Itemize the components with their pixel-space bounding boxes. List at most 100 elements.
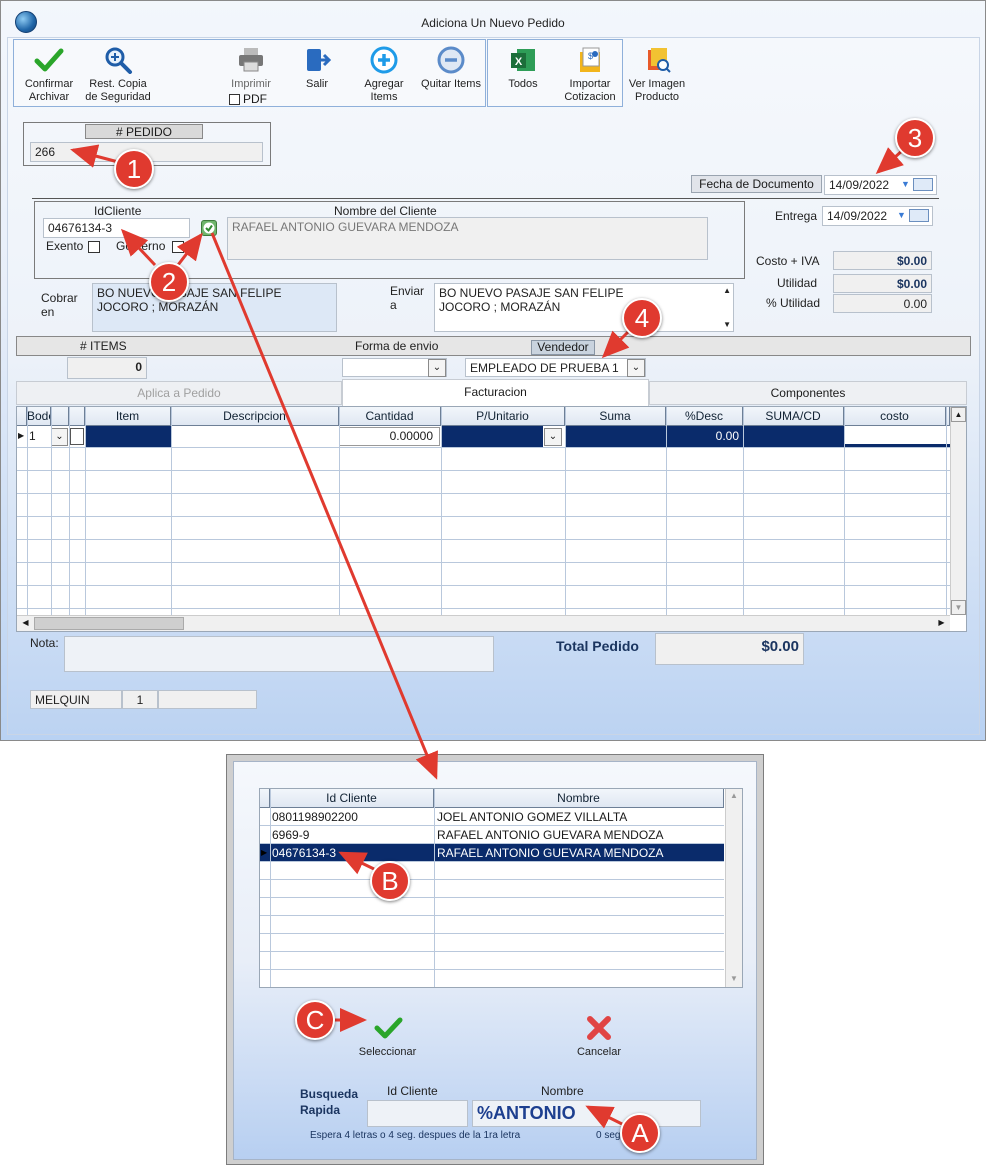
nota-field[interactable] bbox=[64, 636, 494, 672]
cell-pct-desc[interactable]: 0.00 bbox=[666, 426, 743, 447]
cell-costo[interactable] bbox=[844, 426, 950, 447]
table-row[interactable] bbox=[17, 494, 950, 517]
scroll-right-icon[interactable]: ▶ bbox=[934, 616, 949, 631]
table-row[interactable]: 6969-9 RAFAEL ANTONIO GUEVARA MENDOZA bbox=[260, 826, 724, 844]
calendar-icon[interactable] bbox=[909, 209, 929, 222]
table-row[interactable] bbox=[17, 540, 950, 563]
table-row[interactable] bbox=[17, 517, 950, 540]
scroll-up-icon[interactable]: ▲ bbox=[951, 407, 966, 422]
chevron-down-icon[interactable]: ⌄ bbox=[627, 359, 645, 377]
cell-id[interactable]: 6969-9 bbox=[272, 828, 309, 842]
chevron-down-icon[interactable]: ⌄ bbox=[544, 428, 562, 446]
col-item[interactable]: Item bbox=[85, 407, 171, 426]
confirm-button[interactable]: Confirmar Archivar bbox=[16, 46, 82, 104]
col-id-cliente[interactable]: Id Cliente bbox=[270, 789, 434, 808]
cell-name[interactable]: RAFAEL ANTONIO GUEVARA MENDOZA bbox=[437, 846, 664, 860]
remove-items-button[interactable]: Quitar Items bbox=[420, 46, 482, 91]
vertical-scrollbar[interactable]: ▲ ▼ bbox=[950, 407, 966, 615]
table-row[interactable] bbox=[17, 471, 950, 494]
scroll-up-icon[interactable]: ▲ bbox=[726, 789, 742, 804]
exit-button[interactable]: Salir bbox=[286, 46, 348, 91]
cobrar-line2: JOCORO ; MORAZÁN bbox=[97, 300, 219, 314]
scroll-left-icon[interactable]: ◀ bbox=[18, 616, 33, 631]
tab-aplica-pedido[interactable]: Aplica a Pedido bbox=[16, 381, 342, 405]
col-costo[interactable]: costo bbox=[844, 407, 946, 426]
restore-backup-button[interactable]: Rest. Copia de Seguridad bbox=[82, 46, 154, 104]
chevron-down-icon[interactable]: ⌄ bbox=[51, 428, 68, 446]
gobierno-checkbox[interactable] bbox=[172, 241, 184, 253]
tab-componentes[interactable]: Componentes bbox=[649, 381, 967, 405]
pdf-option[interactable]: PDF bbox=[229, 93, 289, 107]
calendar-icon[interactable] bbox=[913, 178, 933, 191]
all-excel-button[interactable]: X Todos bbox=[492, 46, 554, 91]
scroll-down-icon[interactable]: ▼ bbox=[723, 320, 731, 329]
table-row[interactable] bbox=[260, 916, 724, 934]
table-row[interactable] bbox=[260, 862, 724, 880]
table-row[interactable] bbox=[260, 880, 724, 898]
search-id-input[interactable] bbox=[367, 1100, 468, 1127]
col-bodega[interactable]: Bodega bbox=[27, 407, 51, 426]
entrega-field[interactable]: 14/09/2022 ▼ bbox=[822, 206, 933, 226]
table-row[interactable]: ▶ 1 ⌄ 0.00000 ⌄ 0.00 bbox=[17, 426, 950, 448]
table-row[interactable] bbox=[260, 898, 724, 916]
search-name-input[interactable]: %ANTONIO bbox=[472, 1100, 701, 1127]
col-nombre[interactable]: Nombre bbox=[434, 789, 724, 808]
add-items-button[interactable]: Agregar Items bbox=[353, 46, 415, 104]
table-row[interactable]: 0801198902200 JOEL ANTONIO GOMEZ VILLALT… bbox=[260, 808, 724, 826]
exento-checkbox[interactable] bbox=[88, 241, 100, 253]
col-cantidad[interactable]: Cantidad bbox=[339, 407, 441, 426]
cell-punitario[interactable] bbox=[441, 426, 543, 447]
total-pedido-label: Total Pedido bbox=[556, 638, 639, 654]
view-image-button[interactable]: Ver Imagen Producto bbox=[624, 46, 690, 104]
vendedor-select[interactable]: EMPLEADO DE PRUEBA 1 ⌄ bbox=[465, 358, 646, 377]
cell-name[interactable]: RAFAEL ANTONIO GUEVARA MENDOZA bbox=[437, 828, 664, 842]
scroll-thumb[interactable] bbox=[34, 617, 184, 630]
check-icon bbox=[34, 48, 64, 72]
print-button[interactable]: Imprimir bbox=[218, 46, 284, 91]
table-row[interactable] bbox=[17, 448, 950, 471]
exit-door-icon bbox=[307, 49, 332, 71]
status-number: 1 bbox=[122, 690, 158, 709]
validate-client-button[interactable] bbox=[201, 220, 217, 236]
cell-cantidad[interactable]: 0.00000 bbox=[339, 427, 440, 446]
cell-name[interactable]: JOEL ANTONIO GOMEZ VILLALTA bbox=[437, 810, 627, 824]
cell-bodega[interactable]: 1 bbox=[29, 429, 36, 443]
cell-id[interactable]: 0801198902200 bbox=[272, 810, 358, 824]
table-row[interactable] bbox=[260, 952, 724, 970]
scroll-up-icon[interactable]: ▲ bbox=[723, 286, 731, 295]
dropdown-arrow-icon[interactable]: ▼ bbox=[901, 179, 910, 189]
cobrar-address-field[interactable]: BO NUEVO PASAJE SAN FELIPE JOCORO ; MORA… bbox=[92, 283, 337, 332]
vertical-scrollbar[interactable]: ▲ ▼ bbox=[725, 789, 742, 987]
col-suma-cd[interactable]: SUMA/CD bbox=[743, 407, 844, 426]
scroll-down-icon[interactable]: ▼ bbox=[726, 972, 742, 987]
forma-envio-select[interactable]: ⌄ bbox=[342, 358, 447, 377]
cell-suma-cd[interactable] bbox=[743, 426, 844, 447]
scroll-down-icon[interactable]: ▼ bbox=[951, 600, 966, 615]
col-suma[interactable]: Suma bbox=[565, 407, 666, 426]
select-button[interactable]: Seleccionar bbox=[350, 1014, 425, 1059]
cancel-button[interactable]: Cancelar bbox=[568, 1014, 630, 1059]
table-row[interactable] bbox=[17, 563, 950, 586]
dropdown-arrow-icon[interactable]: ▼ bbox=[897, 210, 906, 220]
col-punitario[interactable]: P/Unitario bbox=[441, 407, 565, 426]
col-pct-desc[interactable]: %Desc bbox=[666, 407, 743, 426]
col-descripcion[interactable]: Descripcion bbox=[171, 407, 339, 426]
id-cliente-field[interactable]: 04676134-3 bbox=[43, 218, 190, 238]
chevron-down-icon[interactable]: ⌄ bbox=[428, 359, 446, 377]
table-row[interactable] bbox=[17, 586, 950, 609]
horizontal-scrollbar[interactable]: ◀ ▶ bbox=[17, 615, 950, 631]
table-row-selected[interactable]: ▶ 04676134-3 RAFAEL ANTONIO GUEVARA MEND… bbox=[260, 844, 724, 862]
cell-id[interactable]: 04676134-3 bbox=[272, 846, 336, 860]
pdf-checkbox[interactable] bbox=[229, 94, 240, 105]
import-quote-button[interactable]: $ Importar Cotizacion bbox=[559, 46, 621, 104]
client-name-field[interactable]: RAFAEL ANTONIO GUEVARA MENDOZA bbox=[227, 217, 708, 260]
table-row[interactable] bbox=[260, 934, 724, 952]
pedido-label: # PEDIDO bbox=[85, 124, 203, 139]
tab-facturacion[interactable]: Facturacion bbox=[342, 379, 649, 407]
enviar-address-field[interactable]: BO NUEVO PASAJE SAN FELIPE JOCORO ; MORA… bbox=[434, 283, 734, 332]
fecha-documento-field[interactable]: 14/09/2022 ▼ bbox=[824, 175, 937, 195]
enviar-line2: JOCORO ; MORAZÁN bbox=[439, 300, 561, 314]
lookup-icon[interactable] bbox=[70, 428, 84, 445]
cell-suma[interactable] bbox=[565, 426, 666, 447]
cell-item[interactable] bbox=[85, 426, 171, 447]
